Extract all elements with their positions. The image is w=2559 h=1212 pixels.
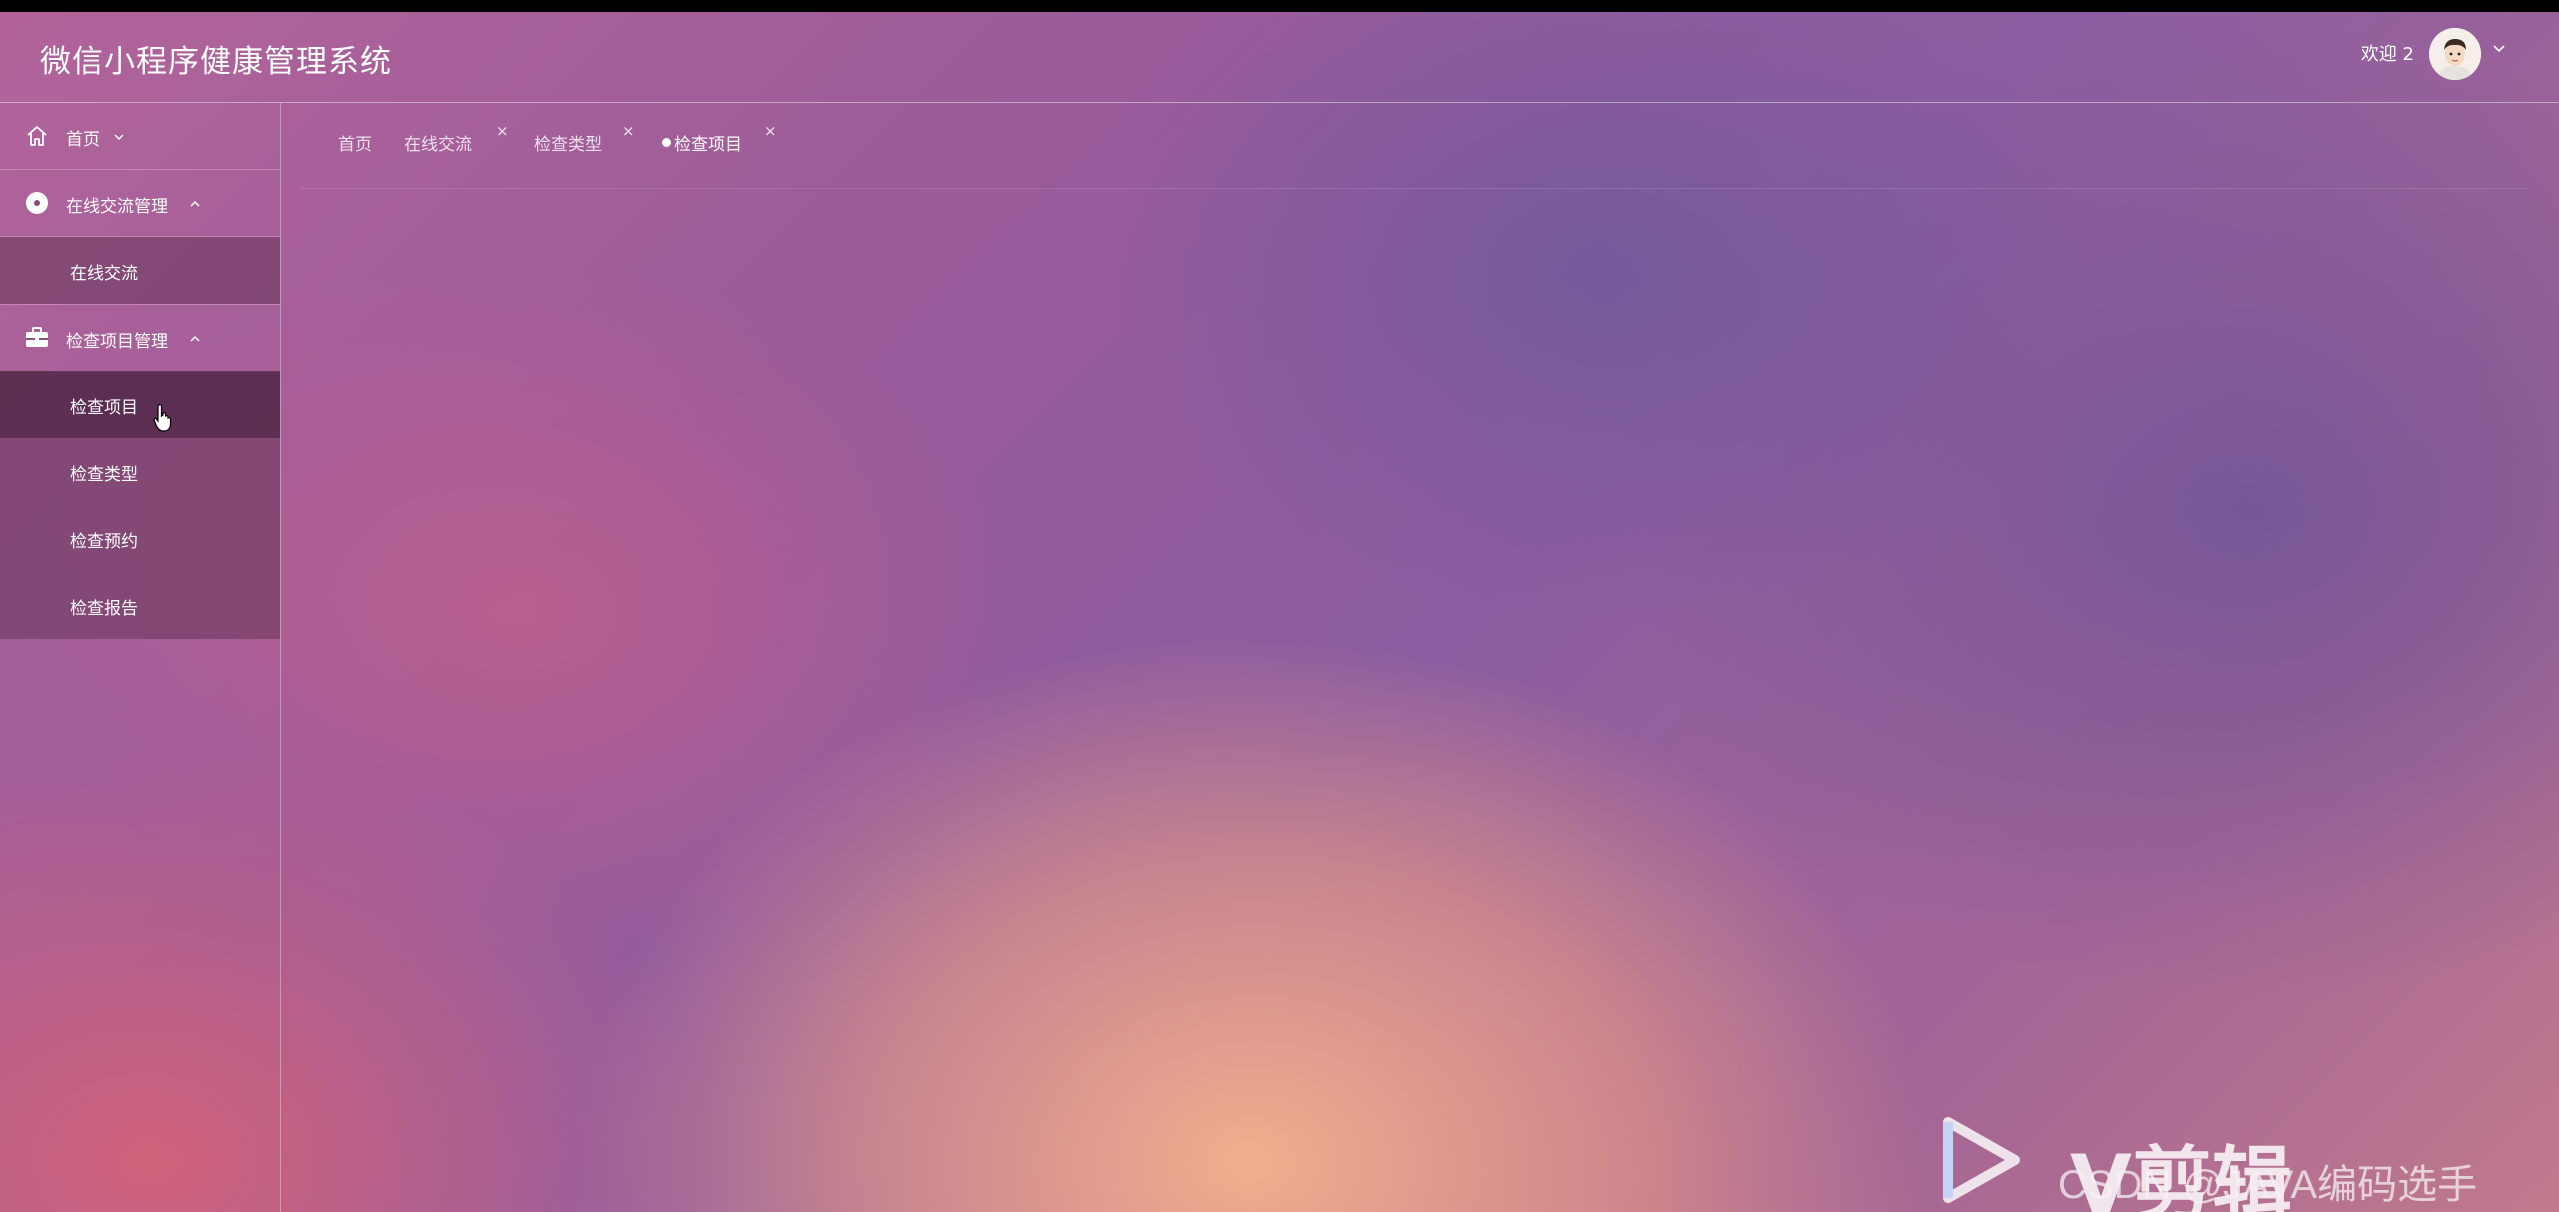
user-avatar[interactable] bbox=[2429, 28, 2481, 80]
tab-label: 检查类型 bbox=[534, 135, 602, 155]
user-menu-chevron-icon[interactable] bbox=[2489, 38, 2509, 58]
app-title: 微信小程序健康管理系统 bbox=[40, 44, 392, 80]
submenu-online-chat: 在线交流 bbox=[0, 237, 280, 304]
home-icon bbox=[24, 123, 50, 149]
submenu-exam: 检查项目 检查类型 检查预约 检查报告 bbox=[0, 371, 280, 639]
video-watermark: CSDN @JAVA编码选手 V剪辑 bbox=[1930, 1110, 2550, 1212]
tab-label: 在线交流 bbox=[404, 135, 472, 155]
tabs-divider bbox=[300, 188, 2530, 189]
briefcase-icon bbox=[24, 325, 50, 351]
menu-online-chat-management-label: 在线交流管理 bbox=[66, 197, 168, 217]
sidebar-item-label: 在线交流 bbox=[70, 264, 138, 284]
app-screen: 微信小程序健康管理系统 欢迎 2 首页 在线交流管理 在线交流 检查项目管理 检… bbox=[0, 12, 2559, 1212]
top-header: 微信小程序健康管理系统 欢迎 2 bbox=[0, 12, 2559, 103]
sidebar: 首页 在线交流管理 在线交流 检查项目管理 检查项目 检查类型 检查预约 检查报… bbox=[0, 103, 281, 1212]
sidebar-item-online-chat[interactable]: 在线交流 bbox=[0, 237, 280, 304]
sidebar-item-exam-report[interactable]: 检查报告 bbox=[0, 572, 280, 639]
welcome-text: 欢迎 2 bbox=[2360, 44, 2414, 65]
play-logo-icon bbox=[1930, 1110, 2030, 1210]
tags-view: 首页 在线交流 × 检查类型 × 检查项目 × bbox=[300, 122, 2530, 158]
disc-icon bbox=[24, 190, 50, 216]
sidebar-item-exam-appointment[interactable]: 检查预约 bbox=[0, 505, 280, 572]
tab-label: 首页 bbox=[338, 135, 372, 155]
sidebar-item-label: 检查报告 bbox=[70, 599, 138, 619]
sidebar-item-label: 检查预约 bbox=[70, 532, 138, 552]
tab-label: 检查项目 bbox=[674, 135, 742, 155]
chevron-up-icon bbox=[188, 196, 202, 210]
sidebar-item-label: 检查类型 bbox=[70, 465, 138, 485]
chevron-up-icon bbox=[188, 331, 202, 345]
hand-pointer-cursor-icon bbox=[152, 403, 174, 433]
menu-online-chat-management[interactable]: 在线交流管理 bbox=[0, 170, 280, 237]
active-dot-icon bbox=[662, 138, 671, 147]
sidebar-item-exam-type[interactable]: 检查类型 bbox=[0, 438, 280, 505]
sidebar-item-label: 检查项目 bbox=[70, 398, 138, 418]
menu-exam-item-management-label: 检查项目管理 bbox=[66, 332, 168, 352]
menu-home-label: 首页 bbox=[66, 130, 100, 150]
menu-home[interactable]: 首页 bbox=[0, 103, 280, 170]
chevron-down-icon bbox=[112, 129, 126, 143]
close-icon[interactable]: × bbox=[496, 122, 509, 140]
close-icon[interactable]: × bbox=[764, 122, 777, 140]
watermark-brand-text: V剪辑 bbox=[2070, 1138, 2292, 1212]
close-icon[interactable]: × bbox=[622, 122, 635, 140]
menu-exam-item-management[interactable]: 检查项目管理 bbox=[0, 304, 280, 372]
sidebar-item-exam-item[interactable]: 检查项目 bbox=[0, 371, 280, 438]
